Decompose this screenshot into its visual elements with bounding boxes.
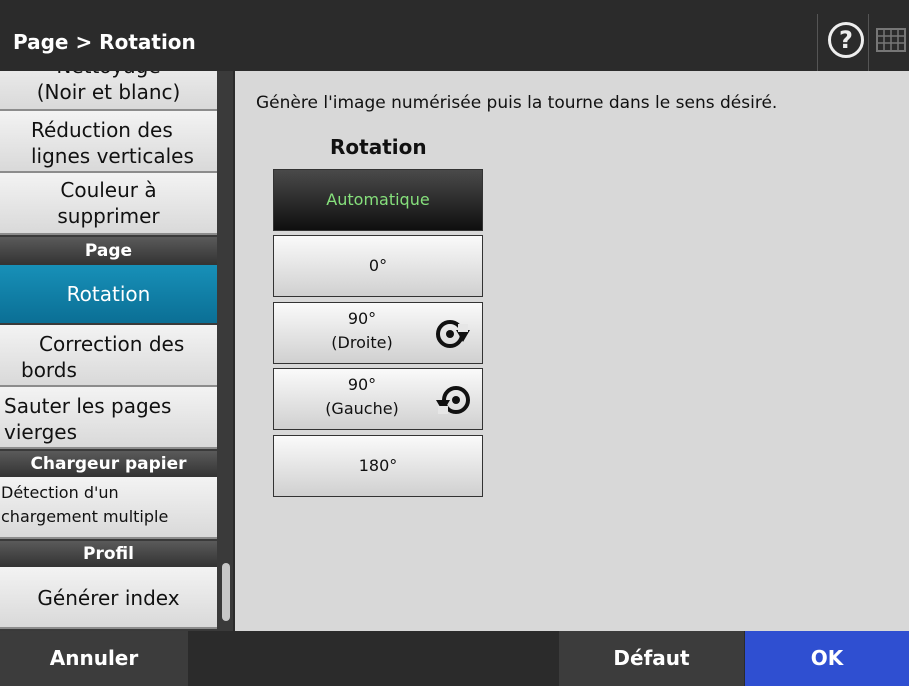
sidebar-scroll-thumb[interactable] xyxy=(222,563,230,621)
main-panel: Génère l'image numérisée puis la tourne … xyxy=(235,71,909,631)
sidebar-item-label: lignes verticales xyxy=(31,144,194,168)
sidebar-item-label: chargement multiple xyxy=(1,507,169,526)
keyboard-button[interactable] xyxy=(870,14,909,71)
sidebar: Nettoyage (Noir et blanc) Réduction des … xyxy=(0,71,233,631)
sidebar-item-label: Nettoyage xyxy=(0,71,217,79)
option-90-left[interactable]: 90° (Gauche) xyxy=(273,368,483,430)
option-180-degrees[interactable]: 180° xyxy=(273,435,483,497)
sidebar-item-reduction-lignes[interactable]: Réduction des lignes verticales xyxy=(0,111,217,173)
sidebar-item-sauter-pages[interactable]: Sauter les pages vierges xyxy=(0,387,217,449)
option-90-right[interactable]: 90° (Droite) xyxy=(273,302,483,364)
sidebar-item-couleur-supprimer[interactable]: Couleur à supprimer xyxy=(0,173,217,235)
sidebar-item-detection-multiple[interactable]: Détection d'un chargement multiple xyxy=(0,477,217,539)
sidebar-item-label: Couleur à xyxy=(60,178,157,202)
sidebar-item-generer-index[interactable]: Générer index xyxy=(0,567,217,629)
help-circle-icon: ? xyxy=(828,22,864,58)
option-label: 180° xyxy=(358,456,398,475)
sidebar-item-label: Détection d'un xyxy=(1,483,119,502)
sidebar-section-chargeur: Chargeur papier xyxy=(0,451,217,477)
sidebar-item-label: supprimer xyxy=(57,204,160,228)
rotate-right-icon xyxy=(436,320,470,348)
sidebar-item-rotation[interactable]: Rotation xyxy=(0,265,217,323)
option-label: 0° xyxy=(368,256,388,275)
rotate-left-icon xyxy=(436,386,470,414)
sidebar-item-label: Générer index xyxy=(37,586,180,610)
sidebar-item-label: (Noir et blanc) xyxy=(36,80,181,104)
sidebar-scrollbar[interactable] xyxy=(220,71,233,631)
default-button[interactable]: Défaut xyxy=(559,631,744,686)
help-button[interactable]: ? xyxy=(817,14,869,71)
sidebar-item-label: Rotation xyxy=(66,282,151,306)
sidebar-item-label: Réduction des xyxy=(31,118,173,142)
option-0-degrees[interactable]: 0° xyxy=(273,235,483,297)
sidebar-item-correction-bords[interactable]: Correction des bords xyxy=(0,325,217,387)
sidebar-item-label: Sauter les pages xyxy=(4,394,172,418)
sidebar-item-label: bords xyxy=(21,358,77,382)
sidebar-section-page: Page xyxy=(0,237,217,265)
option-automatique[interactable]: Automatique xyxy=(273,169,483,231)
title-bar: Page > Rotation ? xyxy=(0,0,909,71)
cancel-button[interactable]: Annuler xyxy=(0,631,188,686)
ok-button[interactable]: OK xyxy=(745,631,909,686)
keyboard-icon xyxy=(876,28,906,52)
description-text: Génère l'image numérisée puis la tourne … xyxy=(256,93,778,113)
sidebar-item-label: vierges xyxy=(4,420,77,444)
sidebar-section-profil: Profil xyxy=(0,541,217,567)
rotation-heading: Rotation xyxy=(330,135,427,159)
sidebar-item-label: Correction des xyxy=(39,332,185,356)
option-label: Automatique xyxy=(326,190,430,209)
footer-bar: Annuler Défaut OK xyxy=(0,631,909,686)
sidebar-item-nettoyage[interactable]: Nettoyage (Noir et blanc) xyxy=(0,71,217,111)
